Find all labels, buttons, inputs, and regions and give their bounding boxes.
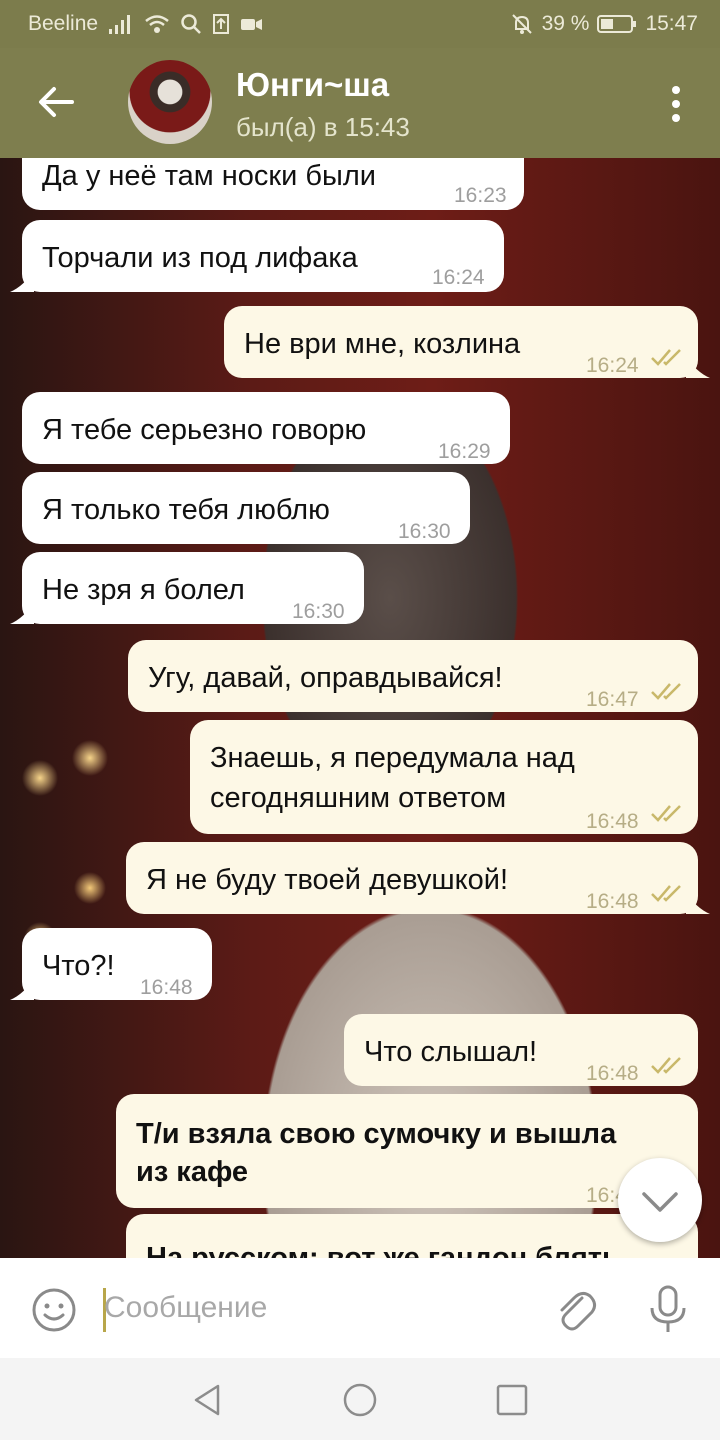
message-outgoing[interactable]: Я не буду твоей девушкой! 16:48 — [126, 842, 698, 914]
triangle-back-icon — [194, 1384, 220, 1416]
message-incoming[interactable]: Я тебе серьезно говорю 16:29 — [22, 392, 510, 464]
dot-icon — [672, 114, 680, 122]
read-check-icon — [651, 349, 681, 366]
smiley-icon — [32, 1288, 76, 1332]
wifi-icon — [145, 15, 169, 33]
system-navigation-bar — [0, 1358, 720, 1440]
emoji-button[interactable] — [30, 1286, 78, 1334]
scroll-down-button[interactable] — [618, 1158, 702, 1242]
bubble-tail — [686, 356, 710, 378]
message-incoming[interactable]: Да у неё там носки были 16:23 — [22, 158, 524, 210]
message-text: Я только тебя люблю — [42, 494, 330, 526]
contact-last-seen: был(а) в 15:43 — [236, 112, 410, 142]
message-time: 16:47 — [586, 688, 639, 711]
message-text-line: из кафе — [136, 1156, 249, 1188]
message-text: Не зря я болел — [42, 574, 245, 606]
carrier-label: Beeline — [28, 12, 99, 35]
dot-icon — [672, 100, 680, 108]
more-options-button[interactable] — [662, 84, 690, 128]
read-check-icon — [651, 805, 681, 822]
message-outgoing[interactable]: Т/и взяла свою сумочку и вышла из кафе 1… — [116, 1094, 698, 1208]
avatar[interactable] — [128, 60, 212, 144]
battery-percent: 39 % — [541, 12, 590, 35]
message-text-line: сегодняшним ответом — [210, 782, 507, 814]
bubble-tail — [10, 602, 34, 624]
message-time: 16:48 — [140, 976, 193, 999]
message-text: На русском: вот же гандон блять — [146, 1242, 620, 1258]
attach-button[interactable] — [552, 1286, 600, 1334]
circle-home-icon — [343, 1383, 377, 1417]
nav-recents-button[interactable] — [492, 1380, 532, 1420]
message-input[interactable] — [104, 1286, 504, 1330]
microphone-icon — [650, 1285, 686, 1332]
voice-record-button[interactable] — [646, 1284, 690, 1334]
message-time: 16:24 — [432, 266, 485, 289]
paperclip-icon — [560, 1291, 597, 1331]
bubble-tail — [10, 978, 34, 1000]
nav-home-button[interactable] — [340, 1380, 380, 1420]
message-list[interactable]: Да у неё там носки были 16:23 Торчали из… — [0, 158, 720, 1258]
message-time: 16:29 — [438, 440, 491, 463]
mute-icon — [511, 14, 532, 34]
message-outgoing[interactable]: Угу, давай, оправдывайся! 16:47 — [128, 640, 698, 712]
message-text-line: Знаешь, я передумала над — [210, 742, 575, 774]
message-text: Да у неё там носки были — [42, 160, 376, 192]
status-bar: Beeline 39 % 15:47 — [0, 0, 720, 48]
message-time: 16:48 — [586, 810, 639, 833]
message-outgoing[interactable]: Что слышал! 16:48 — [344, 1014, 698, 1086]
chevron-down-icon — [642, 1192, 678, 1212]
message-outgoing[interactable]: Знаешь, я передумала над сегодняшним отв… — [190, 720, 698, 834]
message-text: Я тебе серьезно говорю — [42, 414, 367, 446]
message-text: Торчали из под лифака — [42, 242, 358, 274]
read-check-icon — [651, 885, 681, 902]
message-incoming[interactable]: Торчали из под лифака 16:24 — [22, 220, 504, 292]
message-incoming[interactable]: Не зря я болел 16:30 — [22, 552, 364, 624]
chat-header: Юнги~ша был(а) в 15:43 — [0, 48, 720, 158]
message-incoming[interactable]: Что?! 16:48 — [22, 928, 212, 1000]
clock: 15:47 — [645, 12, 698, 35]
message-time: 16:48 — [586, 1062, 639, 1085]
message-text: Угу, давай, оправдывайся! — [148, 662, 503, 694]
back-button[interactable] — [32, 78, 80, 126]
message-text: Не ври мне, козлина — [244, 328, 521, 360]
dot-icon — [672, 86, 680, 94]
message-outgoing[interactable]: Не ври мне, козлина 16:24 — [224, 306, 698, 378]
read-check-icon — [651, 1057, 681, 1074]
contact-name[interactable]: Юнги~ша — [236, 66, 389, 104]
message-incoming[interactable]: Я только тебя люблю 16:30 — [22, 472, 470, 544]
message-time: 16:48 — [586, 890, 639, 913]
bubble-tail — [10, 270, 34, 292]
message-time: 16:23 — [454, 184, 507, 207]
message-text: Я не буду твоей девушкой! — [146, 864, 509, 896]
signal-icon — [109, 15, 131, 34]
message-time: 16:24 — [586, 354, 639, 377]
message-time: 16:30 — [398, 520, 451, 543]
arrow-left-icon — [39, 87, 74, 117]
battery-icon — [597, 15, 637, 33]
nav-back-button[interactable] — [188, 1380, 228, 1420]
upload-icon — [213, 14, 230, 34]
message-text-line: Т/и взяла свою сумочку и вышла — [136, 1118, 617, 1150]
square-recents-icon — [496, 1384, 528, 1416]
video-icon — [241, 19, 263, 30]
message-outgoing[interactable]: На русском: вот же гандон блять — [126, 1214, 698, 1258]
bubble-tail — [686, 892, 710, 914]
message-text: Что?! — [42, 950, 115, 982]
read-check-icon — [651, 683, 681, 700]
message-time: 16:30 — [292, 600, 345, 623]
message-composer — [0, 1258, 720, 1358]
search-icon — [181, 14, 201, 34]
message-text: Что слышал! — [364, 1036, 538, 1068]
